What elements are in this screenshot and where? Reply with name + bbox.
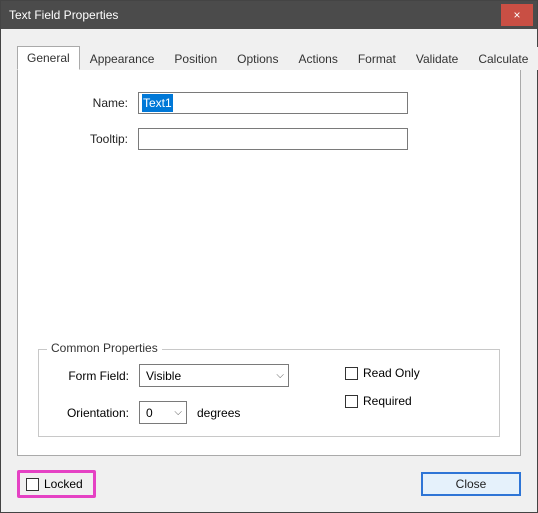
tooltip-field[interactable] — [138, 128, 408, 150]
form-field-select[interactable]: Visible ⌵ — [139, 364, 289, 387]
name-value: Text1 — [142, 94, 173, 112]
common-properties-legend: Common Properties — [47, 341, 162, 355]
tab-general[interactable]: General — [17, 46, 80, 70]
close-button-label: Close — [456, 477, 487, 491]
required-checkbox[interactable]: Required — [345, 394, 485, 408]
dialog-footer: Locked Close — [17, 456, 521, 498]
form-field-label: Form Field: — [53, 369, 139, 383]
orientation-select[interactable]: 0 ⌵ — [139, 401, 187, 424]
close-icon[interactable]: × — [501, 4, 533, 26]
tab-options[interactable]: Options — [227, 47, 288, 70]
tab-calculate[interactable]: Calculate — [468, 47, 538, 70]
close-button[interactable]: Close — [421, 472, 521, 496]
window-title: Text Field Properties — [9, 8, 501, 22]
row-name: Name: Text1 — [38, 92, 500, 114]
form-field-value: Visible — [146, 369, 181, 383]
chevron-down-icon: ⌵ — [276, 370, 284, 381]
read-only-label: Read Only — [363, 366, 420, 380]
row-orientation: Orientation: 0 ⌵ degrees — [53, 401, 345, 424]
tab-actions[interactable]: Actions — [288, 47, 347, 70]
orientation-value: 0 — [146, 406, 153, 420]
chevron-down-icon: ⌵ — [174, 407, 182, 418]
read-only-checkbox[interactable]: Read Only — [345, 366, 485, 380]
tabpanel-general: Name: Text1 Tooltip: Common Properties F… — [17, 69, 521, 456]
tab-appearance[interactable]: Appearance — [80, 47, 165, 70]
tab-position[interactable]: Position — [164, 47, 227, 70]
tab-validate[interactable]: Validate — [406, 47, 468, 70]
tabstrip: General Appearance Position Options Acti… — [17, 45, 521, 69]
tooltip-label: Tooltip: — [38, 132, 138, 146]
name-field[interactable]: Text1 — [138, 92, 408, 114]
row-form-field: Form Field: Visible ⌵ — [53, 364, 345, 387]
checkbox-box — [345, 367, 358, 380]
locked-checkbox[interactable]: Locked — [26, 477, 83, 491]
tab-format[interactable]: Format — [348, 47, 406, 70]
common-properties-group: Common Properties Form Field: Visible ⌵ … — [38, 349, 500, 437]
titlebar: Text Field Properties × — [1, 1, 537, 29]
properties-window: Text Field Properties × General Appearan… — [0, 0, 538, 513]
orientation-unit: degrees — [197, 406, 240, 420]
checkbox-box — [26, 478, 39, 491]
name-label: Name: — [38, 96, 138, 110]
locked-label: Locked — [44, 477, 83, 491]
orientation-label: Orientation: — [53, 406, 139, 420]
client-area: General Appearance Position Options Acti… — [1, 29, 537, 512]
locked-highlight: Locked — [17, 470, 96, 498]
required-label: Required — [363, 394, 412, 408]
spacer — [38, 164, 500, 341]
checkbox-box — [345, 395, 358, 408]
row-tooltip: Tooltip: — [38, 128, 500, 150]
